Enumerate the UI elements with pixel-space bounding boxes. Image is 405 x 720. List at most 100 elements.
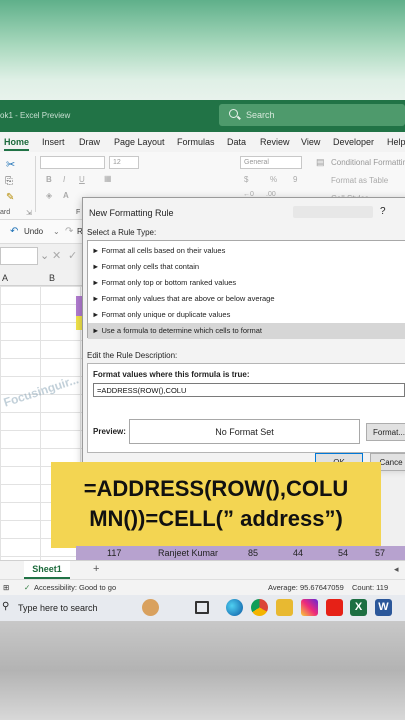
store-icon[interactable]: [276, 599, 293, 616]
windows-taskbar: ⚲ Type here to search X W: [0, 595, 405, 621]
dialog-title: New Formatting Rule: [89, 208, 174, 218]
search-icon[interactable]: ⚲: [2, 601, 9, 612]
format-values-label: Format values where this formula is true…: [93, 370, 250, 379]
font-name-dropdown[interactable]: [40, 156, 105, 169]
search-placeholder: Search: [246, 110, 275, 120]
font-size-dropdown[interactable]: 12: [109, 156, 139, 169]
undo-label[interactable]: Undo: [24, 227, 43, 236]
comma-icon[interactable]: 9: [293, 175, 297, 184]
instagram-icon[interactable]: [301, 599, 318, 616]
sheet-tab-bar: Sheet1 + ◂: [0, 560, 405, 579]
rule-type-item[interactable]: ► Format all cells based on their values: [88, 243, 405, 259]
word-app-icon[interactable]: W: [375, 599, 392, 616]
rule-type-item[interactable]: ► Format only top or bottom ranked value…: [88, 275, 405, 291]
accessibility-status[interactable]: Accessibility: Good to go: [34, 583, 116, 592]
new-formatting-rule-dialog: New Formatting Rule ? Select a Rule Type…: [82, 197, 405, 471]
rule-type-item[interactable]: ► Format only values that are above or b…: [88, 291, 405, 307]
fill-color-icon[interactable]: ◈: [46, 191, 52, 200]
tab-page-layout[interactable]: Page Layout: [114, 137, 165, 147]
scroll-right-icon[interactable]: ◂: [394, 564, 399, 575]
confirm-entry-icon[interactable]: ✓: [68, 249, 77, 262]
format-as-table-button[interactable]: Format as Table: [331, 176, 388, 185]
select-rule-type-label: Select a Rule Type:: [87, 228, 157, 237]
format-painter-icon[interactable]: ✎: [6, 192, 14, 203]
document-title: ok1 - Excel Preview: [0, 111, 71, 120]
redo-icon[interactable]: ↷: [65, 226, 73, 237]
tab-review[interactable]: Review: [260, 137, 290, 147]
conditional-formatting-button[interactable]: Conditional Formatting: [331, 158, 405, 167]
cell-score-1: 85: [248, 548, 259, 558]
average-value: Average: 95.67647059: [268, 583, 344, 592]
tab-data[interactable]: Data: [227, 137, 246, 147]
preview-box: No Format Set: [129, 419, 360, 444]
edit-description-label: Edit the Rule Description:: [87, 351, 178, 360]
tab-view[interactable]: View: [301, 137, 320, 147]
rule-type-item[interactable]: ► Format only unique or duplicate values: [88, 307, 405, 323]
conditional-formatting-icon: ▤: [316, 157, 325, 167]
blurred-background-bottom: [0, 621, 405, 720]
chevron-down-icon[interactable]: ⌄: [40, 249, 49, 262]
format-button[interactable]: Format...: [366, 423, 405, 441]
excel-app-icon[interactable]: X: [350, 599, 367, 616]
edge-browser-icon[interactable]: [226, 599, 243, 616]
font-group-label: F: [76, 209, 81, 216]
bold-icon[interactable]: B: [46, 175, 52, 184]
copy-icon[interactable]: ⎘: [5, 176, 13, 187]
rule-type-item-selected[interactable]: ► Use a formula to determine which cells…: [88, 323, 405, 339]
ribbon-tabs: Home Insert Draw Page Layout Formulas Da…: [0, 132, 405, 152]
ghost-titlebar-blur: [293, 206, 373, 218]
search-box[interactable]: Search: [219, 104, 405, 126]
excel-title-bar: ok1 - Excel Preview Search: [0, 100, 405, 132]
dialog-launcher-icon[interactable]: ⇲: [26, 209, 32, 217]
dog-widget-icon[interactable]: [142, 599, 159, 616]
add-sheet-icon[interactable]: +: [93, 563, 99, 575]
italic-icon[interactable]: I: [63, 175, 65, 184]
macro-icon[interactable]: ⊞: [3, 583, 9, 592]
caption-line-2: MN())=CELL(” address”): [89, 506, 343, 531]
formula-caption-banner: =ADDRESS(ROW(),COLU MN())=CELL(” address…: [51, 462, 381, 548]
cell-score-3: 54: [338, 548, 349, 558]
tab-insert[interactable]: Insert: [42, 137, 65, 147]
status-bar: ⊞ ✓ Accessibility: Good to go Average: 9…: [0, 579, 405, 595]
sheet-tab-sheet1[interactable]: Sheet1: [24, 561, 70, 579]
column-header-b[interactable]: B: [49, 273, 55, 283]
number-format-dropdown[interactable]: General: [240, 156, 302, 169]
formula-input[interactable]: =ADDRESS(ROW(),COLU: [93, 383, 405, 397]
tab-home[interactable]: Home: [4, 137, 30, 151]
clipboard-group-label: ard: [0, 209, 11, 216]
cancel-entry-icon[interactable]: ✕: [52, 249, 61, 262]
taskbar-search-placeholder[interactable]: Type here to search: [18, 603, 98, 613]
preview-label: Preview:: [93, 427, 126, 436]
tab-draw[interactable]: Draw: [79, 137, 100, 147]
formula-bar-controls: ⌄ ✕ ✓: [40, 247, 85, 265]
chevron-down-icon[interactable]: ⌄: [53, 227, 60, 236]
column-headers: A B: [0, 270, 90, 286]
cell-id: 117: [107, 548, 122, 558]
blurred-background-top: [0, 0, 405, 100]
rule-type-item[interactable]: ► Format only cells that contain: [88, 259, 405, 275]
count-value: Count: 119: [352, 583, 389, 592]
cell-score-4: 57: [375, 548, 386, 558]
cut-icon[interactable]: ✂: [6, 158, 15, 171]
chrome-browser-icon[interactable]: [251, 599, 268, 616]
tab-help[interactable]: Help: [387, 137, 405, 147]
accessibility-icon[interactable]: ✓: [24, 583, 30, 592]
undo-icon[interactable]: ↶: [10, 226, 18, 237]
help-icon[interactable]: ?: [380, 206, 386, 217]
name-box[interactable]: [0, 247, 38, 265]
table-row[interactable]: 117 Ranjeet Kumar 85 44 54 57: [76, 546, 405, 560]
underline-icon[interactable]: U: [79, 175, 85, 184]
rule-type-list: ► Format all cells based on their values…: [87, 240, 405, 339]
ribbon-divider: [35, 156, 36, 212]
task-view-icon[interactable]: [195, 601, 209, 614]
tab-formulas[interactable]: Formulas: [177, 137, 215, 147]
youtube-icon[interactable]: [326, 599, 343, 616]
font-color-icon[interactable]: A: [63, 191, 69, 200]
borders-icon[interactable]: ▦: [104, 174, 112, 183]
column-header-a[interactable]: A: [2, 273, 8, 283]
tab-developer[interactable]: Developer: [333, 137, 374, 147]
cell-name: Ranjeet Kumar: [158, 548, 219, 558]
currency-icon[interactable]: $: [244, 175, 248, 184]
percent-icon[interactable]: %: [270, 175, 277, 184]
search-icon: [229, 109, 238, 118]
